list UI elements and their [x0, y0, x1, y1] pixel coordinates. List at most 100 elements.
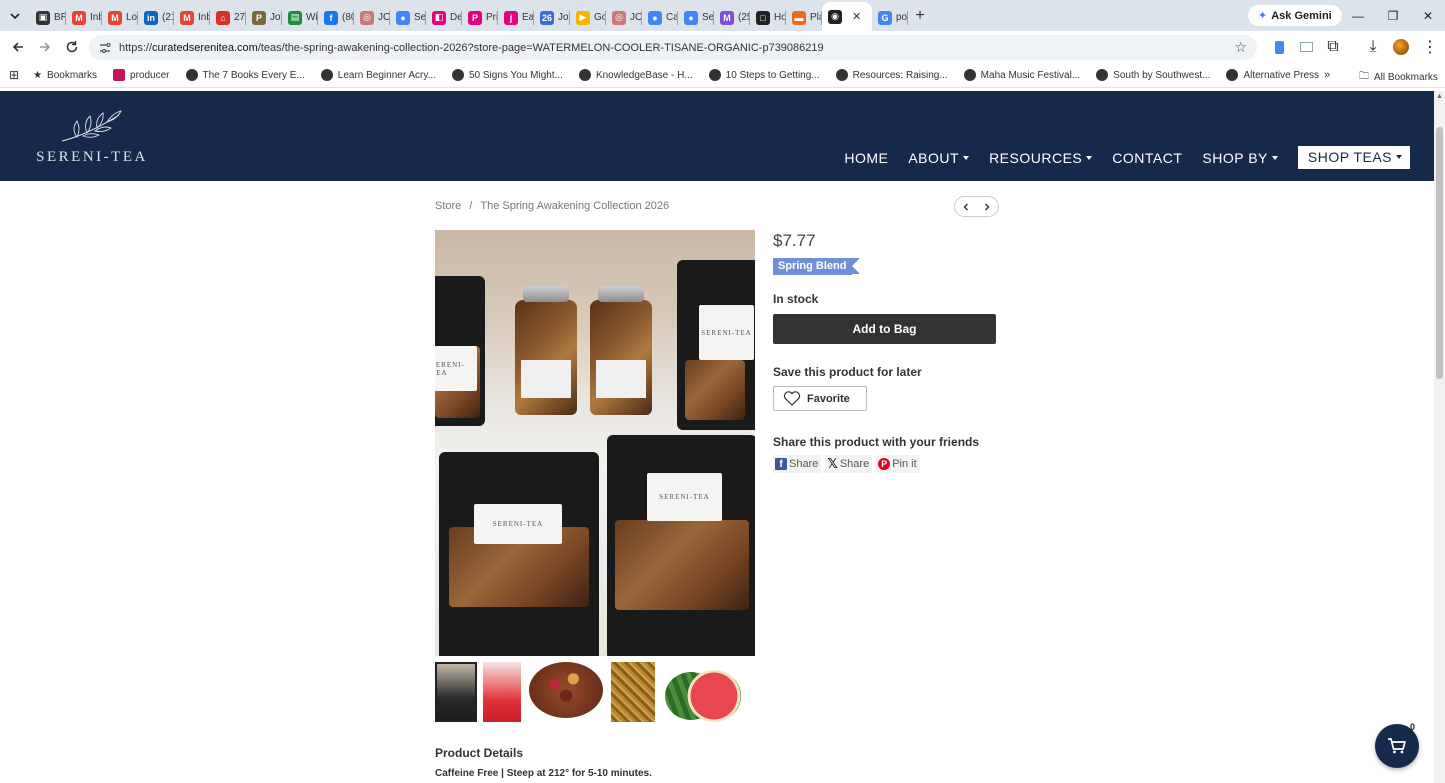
- nav-label: ABOUT: [908, 149, 960, 166]
- site-header: SERENI-TEA HOME ABOUT RESOURCES CONTACT SHOP…: [0, 91, 1434, 181]
- downloads-icon[interactable]: ⤓: [1358, 31, 1388, 63]
- bookmark-item[interactable]: Learn Beginner Acry...: [320, 69, 436, 81]
- bookmark-item[interactable]: The 7 Books Every E...: [185, 69, 305, 81]
- nav-shop-by[interactable]: SHOP BY: [1202, 150, 1278, 166]
- site-logo[interactable]: SERENI-TEA: [32, 107, 152, 167]
- browser-tab-active[interactable]: ◉ ✕: [822, 2, 872, 31]
- browser-tab[interactable]: ▶ Go: [570, 4, 606, 31]
- tab-title: JO: [630, 12, 642, 23]
- globe-favicon-icon: [963, 69, 976, 81]
- minimize-button[interactable]: —: [1341, 0, 1375, 31]
- previous-product-button[interactable]: [955, 197, 977, 216]
- browser-tab[interactable]: ● Sel: [678, 4, 714, 31]
- browser-tab[interactable]: 26 Jot: [534, 4, 570, 31]
- favorite-button[interactable]: Favorite: [773, 386, 867, 411]
- scrollbar-thumb[interactable]: [1436, 127, 1443, 379]
- bookmark-item[interactable]: 10 Steps to Getting...: [708, 69, 820, 81]
- browser-tab[interactable]: f (80: [318, 4, 354, 31]
- share-facebook-button[interactable]: f Share: [773, 455, 822, 473]
- extension-translate-icon[interactable]: [1264, 31, 1294, 63]
- bookmark-item[interactable]: KnowledgeBase - H...: [578, 69, 693, 81]
- product-main-image[interactable]: SERENI-TEA SERENI-TEA SERENI-TEA SERENI-…: [435, 230, 755, 656]
- browser-tab[interactable]: ▤ Wi: [282, 4, 318, 31]
- nav-resources[interactable]: RESOURCES: [989, 150, 1093, 166]
- bookmark-item[interactable]: Resources: Raising...: [835, 69, 948, 81]
- browser-tab[interactable]: Gpo: [872, 4, 908, 31]
- reload-button[interactable]: [58, 33, 85, 61]
- profile-avatar[interactable]: [1386, 31, 1416, 63]
- browser-tab[interactable]: M Inb: [66, 4, 102, 31]
- site-info-icon: [100, 42, 111, 53]
- browser-tab[interactable]: ⌂ 273: [210, 4, 246, 31]
- thumbnail-bags[interactable]: [435, 662, 477, 722]
- browser-tab[interactable]: ◎ JO: [606, 4, 642, 31]
- nav-contact[interactable]: CONTACT: [1112, 150, 1182, 166]
- tab-title: Wi: [306, 12, 318, 23]
- next-product-button[interactable]: [977, 197, 999, 216]
- thumbnail-loose-leaf[interactable]: [611, 662, 655, 722]
- browser-tab[interactable]: ● Ca: [642, 4, 678, 31]
- browser-tab[interactable]: ● Sel: [390, 4, 426, 31]
- bookmark-item[interactable]: producer: [113, 69, 170, 81]
- tab-title: Ho: [774, 12, 786, 23]
- extensions-puzzle-icon[interactable]: ⧉: [1318, 31, 1348, 63]
- breadcrumb-store-link[interactable]: Store: [435, 200, 461, 212]
- forward-button[interactable]: [31, 33, 58, 61]
- ask-gemini-button[interactable]: ✦ Ask Gemini: [1248, 5, 1342, 26]
- browser-menu-icon[interactable]: ⋮: [1415, 31, 1445, 63]
- address-bar[interactable]: https://curatedserenitea.com/teas/the-sp…: [89, 35, 1257, 60]
- back-button[interactable]: [4, 33, 31, 61]
- extension-sidepanel-icon[interactable]: [1291, 31, 1321, 63]
- thumbnail-watermelon[interactable]: [661, 662, 745, 722]
- bookmark-item[interactable]: South by Southwest...: [1096, 69, 1210, 81]
- bookmark-star-icon[interactable]: ☆: [1234, 39, 1247, 56]
- browser-tab[interactable]: j Eas: [498, 4, 534, 31]
- caret-down-icon: [1086, 155, 1093, 160]
- shopping-cart-icon: [1388, 738, 1406, 754]
- share-pinterest-button[interactable]: P Pin it: [876, 455, 920, 473]
- bookmark-label: KnowledgeBase - H...: [595, 69, 693, 81]
- bookmark-item[interactable]: Maha Music Festival...: [963, 69, 1080, 81]
- tab-title: (25: [738, 12, 750, 23]
- all-bookmarks-button[interactable]: 🗀 All Bookmarks: [1359, 69, 1438, 86]
- browser-tab[interactable]: ▬ Pla: [786, 4, 822, 31]
- close-tab-icon[interactable]: ✕: [852, 10, 861, 23]
- page-scrollbar[interactable]: ▲: [1434, 91, 1445, 783]
- browser-tab[interactable]: in (21: [138, 4, 174, 31]
- browser-tab[interactable]: M Lo: [102, 4, 138, 31]
- nav-shop-teas[interactable]: SHOP TEAS: [1297, 146, 1410, 169]
- ask-gemini-label: Ask Gemini: [1271, 9, 1332, 22]
- browser-tab[interactable]: M (25: [714, 4, 750, 31]
- browser-tab[interactable]: ▣ BR: [30, 4, 66, 31]
- more-bookmarks-icon[interactable]: »: [1324, 69, 1330, 81]
- nav-about[interactable]: ABOUT: [908, 149, 970, 166]
- tea-bag-image: SERENI-TEA: [677, 260, 755, 430]
- browser-tab[interactable]: ◧ De: [426, 4, 462, 31]
- thumbnail-drink[interactable]: [483, 662, 521, 722]
- breadcrumb-collection-link[interactable]: The Spring Awakening Collection 2026: [480, 200, 669, 212]
- new-tab-button[interactable]: +: [908, 7, 932, 25]
- bookmark-item[interactable]: Alternative Press: [1226, 69, 1319, 81]
- share-x-button[interactable]: 𝕏 Share: [825, 455, 873, 473]
- tab-title: (80: [342, 12, 354, 23]
- thumbnail-tea-pile[interactable]: [527, 662, 605, 722]
- browser-tab[interactable]: M Inb: [174, 4, 210, 31]
- nav-home[interactable]: HOME: [844, 150, 888, 166]
- apps-grid-icon[interactable]: ⊞: [9, 68, 19, 82]
- product-ribbon: Spring Blend: [773, 258, 861, 275]
- tab-favicon-icon: in: [144, 10, 158, 25]
- scroll-up-icon[interactable]: ▲: [1436, 93, 1443, 100]
- tab-favicon-icon: ▣: [36, 10, 50, 25]
- browser-tab[interactable]: P Pri: [462, 4, 498, 31]
- bookmarks-folder[interactable]: ★ Bookmarks: [33, 70, 97, 81]
- tab-title: Inb: [198, 12, 210, 23]
- restore-button[interactable]: ❐: [1376, 0, 1410, 31]
- close-window-button[interactable]: ✕: [1411, 0, 1445, 31]
- tab-search-button[interactable]: [0, 0, 30, 31]
- product-price: $7.77: [773, 231, 816, 250]
- bookmark-item[interactable]: 50 Signs You Might...: [451, 69, 563, 81]
- add-to-bag-button[interactable]: Add to Bag: [773, 314, 996, 344]
- browser-tab[interactable]: ◎ JO: [354, 4, 390, 31]
- browser-tab[interactable]: P Jot: [246, 4, 282, 31]
- browser-tab[interactable]: □ Ho: [750, 4, 786, 31]
